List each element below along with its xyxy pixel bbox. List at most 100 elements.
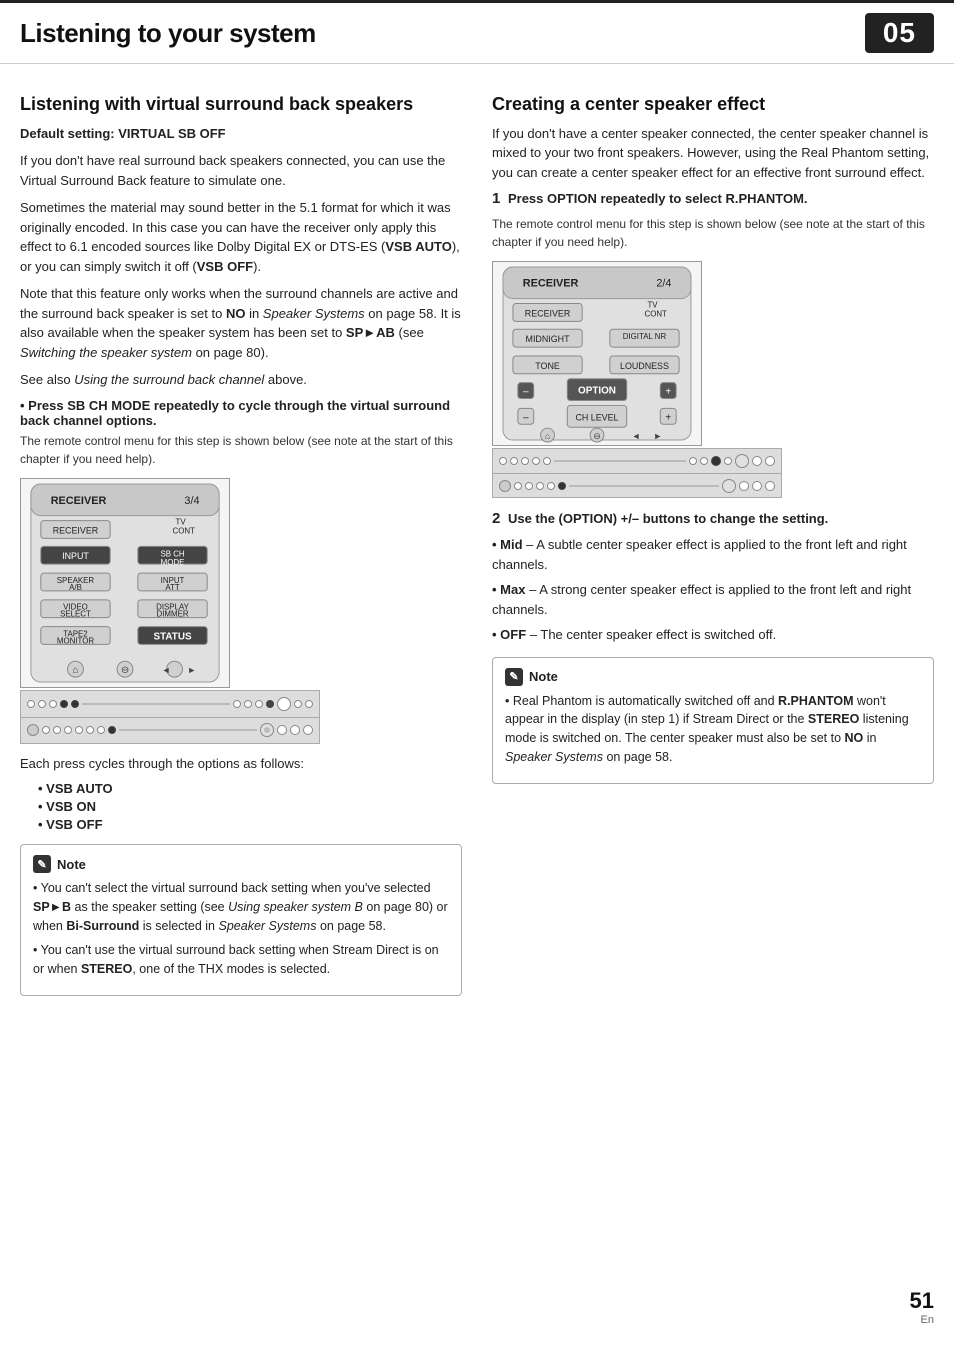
panel-circle-filled xyxy=(711,456,721,466)
panel-circle xyxy=(53,726,61,734)
step1-number: 1 xyxy=(492,190,500,207)
main-content: Listening with virtual surround back spe… xyxy=(0,64,954,1028)
default-setting-value: VIRTUAL SB OFF xyxy=(118,126,225,141)
svg-text:TV: TV xyxy=(176,517,187,526)
right-column: Creating a center speaker effect If you … xyxy=(492,94,934,1008)
left-section-title: Listening with virtual surround back spe… xyxy=(20,94,462,116)
panel-circle xyxy=(42,726,50,734)
svg-text:MODE: MODE xyxy=(161,558,185,567)
svg-text:+: + xyxy=(665,387,671,398)
note-bullets-right: Real Phantom is automatically switched o… xyxy=(505,692,921,767)
panel-circle xyxy=(75,726,83,734)
panel-circle xyxy=(97,726,105,734)
right-para1: If you don't have a center speaker conne… xyxy=(492,124,934,183)
step1-text: Press OPTION repeatedly to select R.PHAN… xyxy=(508,191,808,206)
panel-bar-4 xyxy=(492,474,782,498)
panel-line xyxy=(569,485,719,487)
right-section-title: Creating a center speaker effect xyxy=(492,94,934,116)
panel-bar-3 xyxy=(492,448,782,474)
svg-text:CH LEVEL: CH LEVEL xyxy=(576,412,619,422)
default-setting: Default setting: VIRTUAL SB OFF xyxy=(20,124,462,144)
panel-circle xyxy=(49,700,57,708)
svg-text:◄: ◄ xyxy=(632,431,641,441)
svg-text:RECEIVER: RECEIVER xyxy=(525,308,571,318)
panel-circle-filled xyxy=(558,482,566,490)
panel-circle xyxy=(525,482,533,490)
panel-circle xyxy=(543,457,551,465)
panel-circle xyxy=(765,456,775,466)
page-lang: En xyxy=(921,1314,934,1326)
panel-knob xyxy=(260,723,274,737)
svg-text:TV: TV xyxy=(647,301,658,310)
svg-text:STATUS: STATUS xyxy=(153,631,191,642)
svg-text:LOUDNESS: LOUDNESS xyxy=(620,361,669,371)
step2-items: • Mid – A subtle center speaker effect i… xyxy=(492,535,934,645)
note-icon-right: ✎ xyxy=(505,668,523,686)
option-vsb-off: VSB OFF xyxy=(38,817,462,832)
panel-circle xyxy=(277,725,287,735)
panel-line xyxy=(119,729,257,731)
svg-text:INPUT: INPUT xyxy=(62,551,89,561)
panel-line xyxy=(554,460,686,462)
options-list: VSB AUTO VSB ON VSB OFF xyxy=(38,781,462,832)
svg-text:CONT: CONT xyxy=(644,309,667,318)
note-item-right-1: Real Phantom is automatically switched o… xyxy=(505,692,921,767)
svg-text:DIGITAL NR: DIGITAL NR xyxy=(623,332,667,341)
panel-circle xyxy=(303,725,313,735)
svg-text:◄: ◄ xyxy=(162,665,171,675)
step1-sub: The remote control menu for this step is… xyxy=(492,215,934,251)
panel-circle xyxy=(294,700,302,708)
panel-circle xyxy=(244,700,252,708)
step2-item-max: • Max – A strong center speaker effect i… xyxy=(492,580,934,619)
panel-circle xyxy=(38,700,46,708)
svg-text:ATT: ATT xyxy=(165,583,180,592)
step2-number: 2 xyxy=(492,510,500,527)
panel-bar-1 xyxy=(20,690,320,718)
note-label-left: Note xyxy=(57,857,86,872)
panel-circle xyxy=(290,725,300,735)
panel-circle xyxy=(739,481,749,491)
svg-text:RECEIVER: RECEIVER xyxy=(51,494,107,506)
svg-text:DIMMER: DIMMER xyxy=(157,609,189,618)
remote-svg-2: RECEIVER 2/4 TV CONT RECEIVER MIDNIGHT D… xyxy=(492,261,702,446)
panel-circle-filled xyxy=(71,700,79,708)
panel-circle xyxy=(547,482,555,490)
note-title-right: ✎ Note xyxy=(505,668,921,686)
panel-knob xyxy=(722,479,736,493)
svg-text:SB CH: SB CH xyxy=(160,549,184,558)
svg-text:MONITOR: MONITOR xyxy=(57,636,94,645)
svg-text:⊖: ⊖ xyxy=(121,665,129,676)
panel-circle xyxy=(499,457,507,465)
panel-circle xyxy=(86,726,94,734)
note-box-left: ✎ Note You can't select the virtual surr… xyxy=(20,844,462,996)
panel-circle-filled xyxy=(108,726,116,734)
default-setting-label: Default setting: xyxy=(20,126,115,141)
svg-text:CONT: CONT xyxy=(173,526,196,535)
svg-text:–: – xyxy=(523,387,529,398)
svg-text:⌂: ⌂ xyxy=(545,431,550,441)
step2-item-off: • OFF – The center speaker effect is swi… xyxy=(492,625,934,645)
svg-text:+: + xyxy=(665,412,671,423)
header-bar: Listening to your system 05 xyxy=(0,0,954,64)
panel-circle-large xyxy=(277,697,291,711)
svg-text:3/4: 3/4 xyxy=(184,494,199,506)
panel-circle xyxy=(536,482,544,490)
panel-knob xyxy=(735,454,749,468)
svg-text:►: ► xyxy=(653,431,662,441)
para4: See also Using the surround back channel… xyxy=(20,370,462,390)
step2-item-mid: • Mid – A subtle center speaker effect i… xyxy=(492,535,934,574)
panel-circle xyxy=(521,457,529,465)
remote-label: The remote control menu for this step is… xyxy=(20,432,462,468)
left-column: Listening with virtual surround back spe… xyxy=(20,94,462,1008)
svg-text:►: ► xyxy=(187,665,196,675)
panel-circle xyxy=(724,457,732,465)
remote-svg-1: RECEIVER 3/4 TV CONT RECEIVER INPUT SB C… xyxy=(20,478,230,688)
remote-control-2: RECEIVER 2/4 TV CONT RECEIVER MIDNIGHT D… xyxy=(492,261,934,498)
svg-text:TONE: TONE xyxy=(535,361,560,371)
panel-circle xyxy=(752,481,762,491)
panel-circle xyxy=(532,457,540,465)
page-footer: 51 En xyxy=(910,1288,934,1326)
note-label-right: Note xyxy=(529,669,558,684)
panel-circle xyxy=(64,726,72,734)
panel-circle xyxy=(27,724,39,736)
